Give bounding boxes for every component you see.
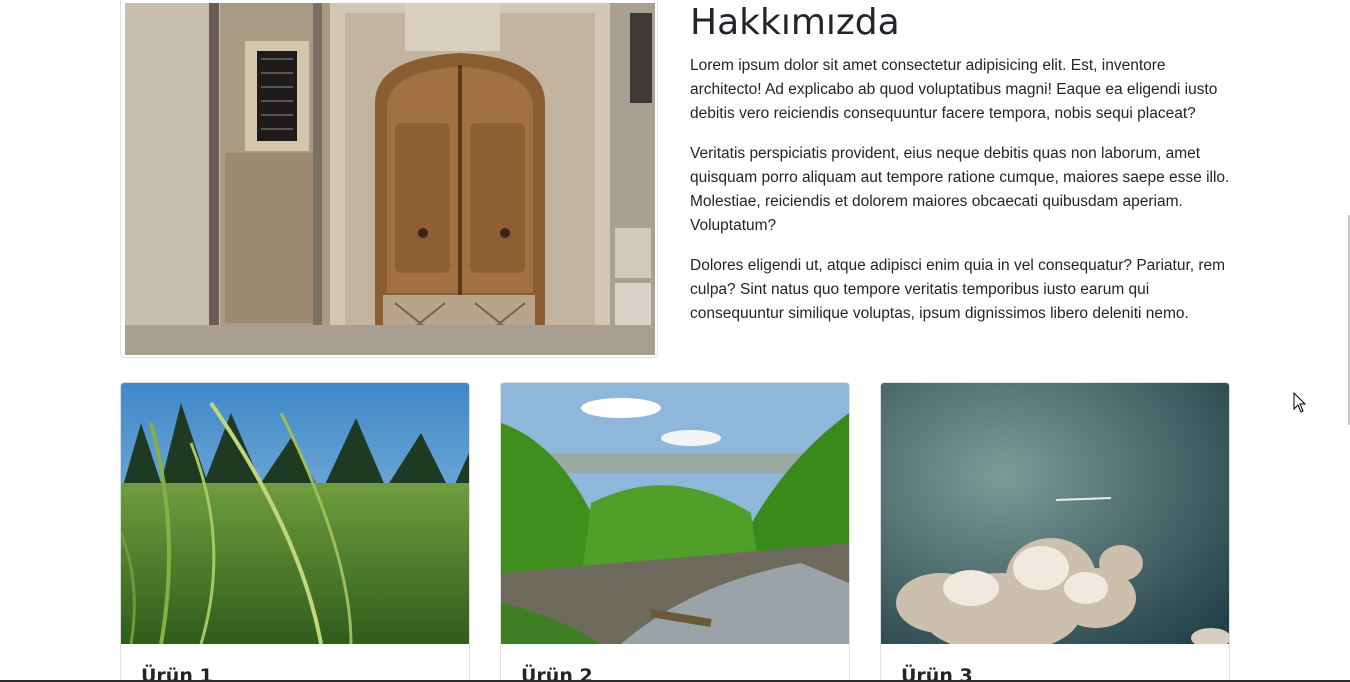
page: Hakkımızda Lorem ipsum dolor sit amet co… bbox=[0, 0, 1350, 682]
door-photo bbox=[125, 3, 655, 355]
about-paragraph-3: Dolores eligendi ut, atque adipisci enim… bbox=[690, 257, 1226, 322]
grass-field-photo bbox=[121, 383, 469, 644]
about-image-frame bbox=[120, 0, 658, 358]
about-section: Hakkımızda Lorem ipsum dolor sit amet co… bbox=[690, 0, 1235, 342]
mouse-cursor-icon bbox=[1293, 392, 1307, 413]
product-card-1[interactable]: Ürün 1 bbox=[120, 382, 470, 682]
product-card-2[interactable]: Ürün 2 bbox=[500, 382, 850, 682]
cloud-sky-photo bbox=[881, 383, 1229, 644]
about-title: Hakkımızda bbox=[690, 2, 900, 43]
about-paragraph-1: Lorem ipsum dolor sit amet consectetur a… bbox=[690, 57, 1218, 122]
about-paragraph-2: Veritatis perspiciatis provident, eius n… bbox=[690, 145, 1230, 234]
forest-river-photo bbox=[501, 383, 849, 644]
product-card-3[interactable]: Ürün 3 bbox=[880, 382, 1230, 682]
